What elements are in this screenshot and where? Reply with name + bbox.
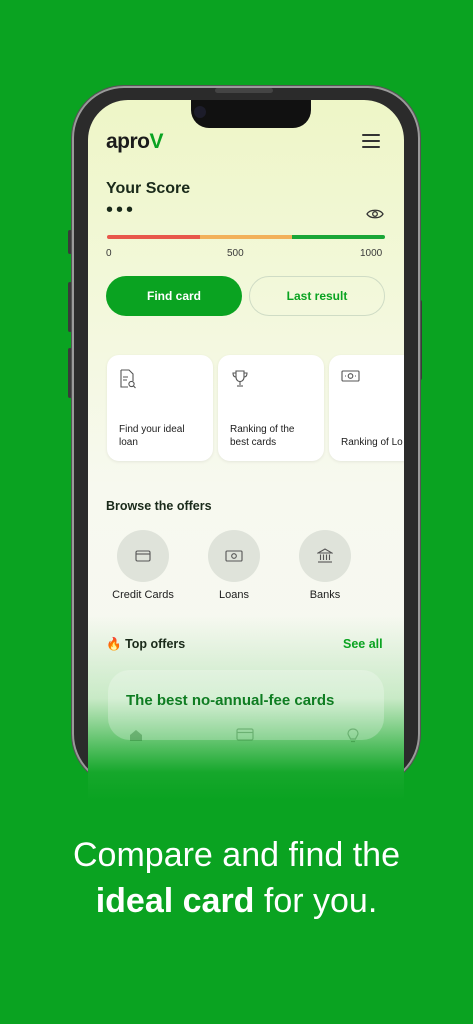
scale-segment-low [107, 235, 200, 239]
caption-rest: for you. [254, 882, 378, 920]
logo-text: apro [106, 130, 150, 153]
category-icon-circle [208, 530, 260, 582]
trophy-icon [232, 370, 248, 387]
phone-speaker [215, 88, 273, 93]
app-screen: aproV Your Score ••• 0 500 1000 Find car… [88, 100, 404, 800]
hamburger-menu-icon[interactable] [362, 134, 380, 148]
quick-card-ranking-cards[interactable]: Ranking of the best cards [218, 355, 324, 461]
category-label: Credit Cards [112, 589, 174, 601]
category-icon-circle [117, 530, 169, 582]
app-logo: aproV [106, 130, 164, 154]
bank-icon [317, 548, 333, 563]
quick-card-label: Ranking of the best cards [230, 424, 295, 448]
caption-bold: ideal card [95, 882, 255, 920]
eye-icon[interactable] [366, 208, 384, 220]
scale-min-label: 0 [106, 248, 112, 259]
quick-card-find-loan[interactable]: Find your ideal loan [107, 355, 213, 461]
money-icon [225, 550, 243, 562]
fire-icon: 🔥 [106, 637, 122, 651]
quick-card-label: Ranking of Lo [341, 437, 403, 448]
category-banks[interactable]: Banks [285, 530, 365, 601]
caption-line-2: ideal card for you. [0, 878, 473, 924]
camera-icon [194, 106, 206, 118]
promo-caption: Compare and find the ideal card for you. [0, 832, 473, 924]
logo-accent: V [149, 130, 164, 153]
top-offers-heading: 🔥 Top offers [106, 637, 185, 652]
credit-card-icon[interactable] [236, 728, 254, 742]
score-title: Your Score [106, 180, 191, 197]
masked-score-value: ••• [106, 199, 137, 221]
scale-mid-label: 500 [227, 248, 244, 259]
score-scale-bar [107, 235, 385, 239]
caption-line-1: Compare and find the [73, 836, 400, 874]
category-label: Loans [219, 589, 249, 601]
quick-card-label: Find your ideal loan [119, 424, 185, 448]
money-icon [341, 370, 360, 382]
category-credit-cards[interactable]: Credit Cards [103, 530, 183, 601]
phone-notch [191, 100, 311, 128]
category-loans[interactable]: Loans [194, 530, 274, 601]
top-offers-label: Top offers [125, 637, 186, 651]
last-result-button[interactable]: Last result [249, 276, 385, 316]
see-all-link[interactable]: See all [343, 637, 383, 651]
category-label: Banks [309, 589, 341, 601]
scale-segment-high [292, 235, 385, 239]
scale-max-label: 1000 [360, 248, 383, 259]
document-search-icon [120, 369, 136, 389]
credit-card-icon [135, 550, 151, 562]
browse-offers-heading: Browse the offers [106, 499, 212, 513]
lightbulb-icon[interactable] [346, 728, 360, 744]
find-card-button[interactable]: Find card [106, 276, 242, 316]
quick-card-ranking-loans[interactable]: Ranking of Lo [329, 355, 404, 461]
scale-segment-mid [199, 235, 293, 239]
category-icon-circle [299, 530, 351, 582]
offer-title: The best no-annual-fee cards [126, 692, 335, 709]
home-icon[interactable] [128, 728, 144, 742]
